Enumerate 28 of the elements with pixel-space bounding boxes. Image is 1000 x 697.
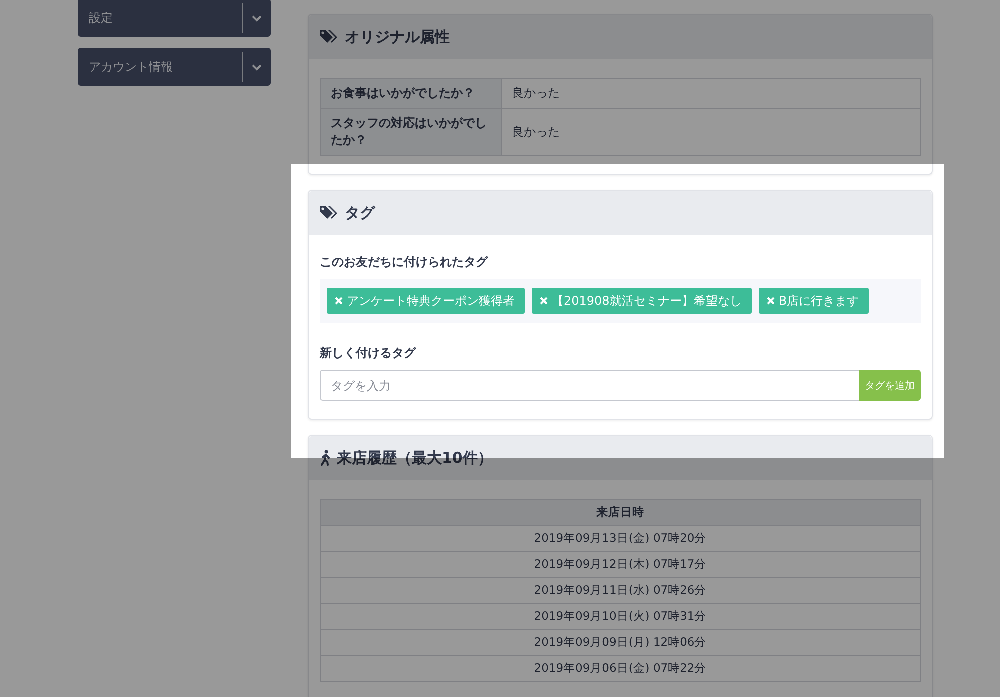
sidebar-item[interactable]: 設定 [78,0,271,37]
chevron-down-icon [252,14,262,22]
tag-input-field[interactable]: タグを入力 [320,370,859,401]
card-title: オリジナル属性 [345,28,450,46]
close-icon [540,297,548,305]
table-cell: 2019年09月10日(火) 07時31分 [320,604,920,630]
walking-person-icon [320,450,331,466]
tags-icon [320,205,339,221]
tag-chip[interactable]: B店に行きます [758,288,870,314]
tag-chip[interactable]: 【201908就活セミナー】希望なし [532,288,752,314]
table-cell: 2019年09月06日(金) 07時22分 [320,656,920,682]
question-cell: お食事はいかがでしたか？ [320,78,502,108]
card-title: タグ [345,204,375,222]
table-cell: 2019年09月09日(月) 12時06分 [320,630,920,656]
add-tag-button[interactable]: タグを追加 [859,370,921,401]
field-label: 新しく付けるタグ [320,345,418,362]
chevron-down-icon [252,64,262,70]
close-icon [766,297,775,305]
answer-cell: 良かった [502,108,920,156]
question-cell: スタッフの対応はいかがでしたか？ [320,108,502,156]
tags-icon [320,29,339,45]
tag-chip[interactable]: アンケート特典クーポン獲得者 [327,288,525,314]
sidebar-item[interactable]: アカウント情報 [78,48,271,86]
table-cell: 2019年09月12日(木) 07時17分 [320,552,920,578]
field-label: このお友だちに付けられたタグ [320,254,490,271]
table-cell: 2019年09月11日(水) 07時26分 [320,578,920,604]
column-header: 来店日時 [320,500,920,526]
close-icon [335,297,343,305]
